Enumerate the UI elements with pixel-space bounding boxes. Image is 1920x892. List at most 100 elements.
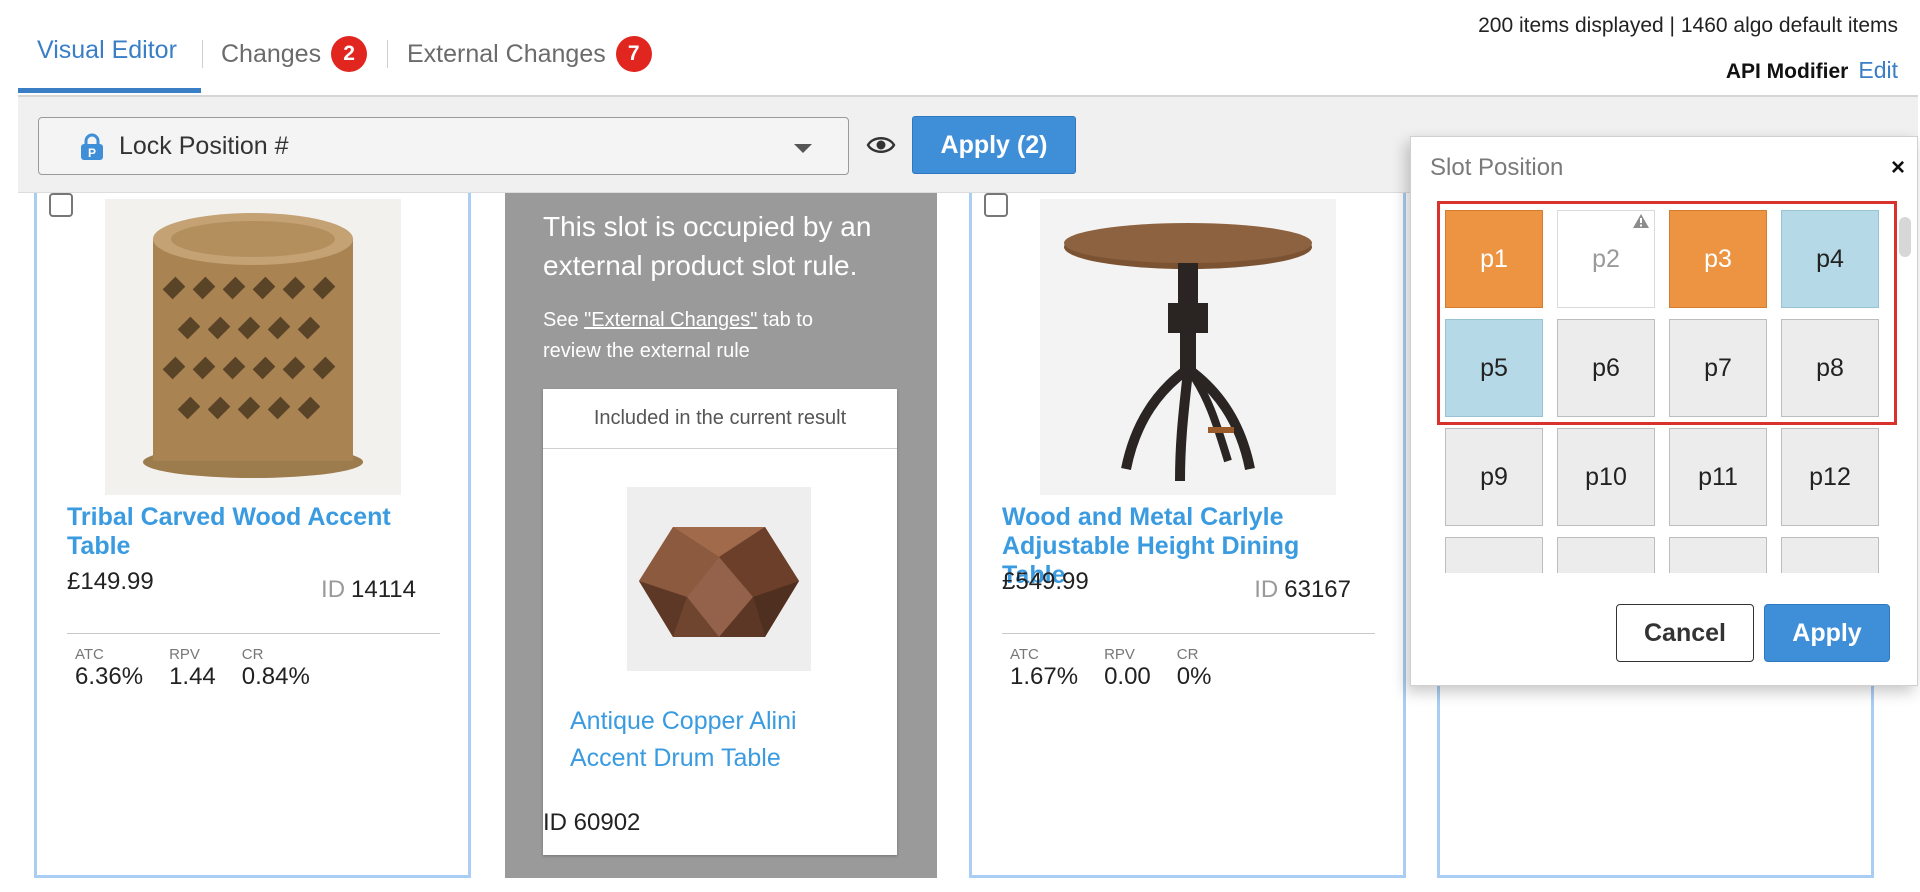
metric-label: RPV	[169, 646, 200, 663]
product-id-label: ID	[1254, 576, 1279, 603]
slot-label: p2	[1592, 244, 1620, 273]
metric-label: CR	[241, 646, 264, 663]
product-metrics: ATC 6.36% RPV 1.44 CR 0.84%	[75, 646, 310, 691]
note-text: See	[543, 309, 585, 331]
product-checkbox[interactable]	[984, 193, 1008, 217]
slot-p13[interactable]: p13	[1445, 537, 1543, 573]
product-id-value: 14114	[351, 576, 416, 603]
slot-position-popover: Slot Position × p1 p2 p3 p4 p5 p6 p7 p8 p9 p10 p11…	[1410, 136, 1918, 686]
card-divider	[1002, 633, 1375, 634]
product-price: £149.99	[67, 568, 154, 595]
tab-label: External Changes	[407, 39, 606, 68]
api-modifier: API Modifier Edit	[1726, 57, 1898, 84]
slot-label: p9	[1480, 462, 1508, 491]
metric-label: CR	[1176, 646, 1199, 663]
metric-cr: CR 0.84%	[242, 646, 310, 691]
slot-p10[interactable]: p10	[1557, 428, 1655, 526]
external-slot-note: See "External Changes" tab to review the…	[543, 305, 863, 367]
slot-p14[interactable]: p14	[1557, 537, 1655, 573]
slot-p7[interactable]: p7	[1669, 319, 1767, 417]
slot-p4[interactable]: p4	[1781, 210, 1879, 308]
action-select[interactable]: P Lock Position #	[38, 117, 849, 175]
chevron-down-icon	[794, 144, 812, 153]
apply-changes-button[interactable]: Apply (2)	[912, 116, 1076, 174]
metric-label: ATC	[1010, 646, 1039, 663]
slot-label: p10	[1585, 462, 1627, 491]
action-select-value: Lock Position #	[119, 131, 289, 160]
product-card[interactable]: Tribal Carved Wood Accent Table £149.99 …	[34, 193, 471, 878]
scrollbar[interactable]	[1899, 217, 1911, 257]
slot-label: p4	[1816, 244, 1844, 273]
tab-changes[interactable]: Changes 2	[221, 36, 368, 72]
product-id-label: ID	[321, 576, 346, 603]
tab-label: Changes	[221, 39, 322, 68]
metric-label: ATC	[75, 646, 104, 663]
external-slot-heading: This slot is occupied by an external pro…	[543, 211, 872, 281]
metric-atc: ATC 6.36%	[75, 646, 143, 691]
slot-label: p14	[1585, 572, 1627, 574]
included-product-name-link[interactable]: Antique Copper Alini Accent Drum Table	[570, 703, 860, 777]
metric-value: 0.84%	[241, 663, 310, 690]
external-changes-link[interactable]: "External Changes"	[584, 309, 757, 331]
tab-divider	[387, 40, 388, 68]
metric-value: 1.67%	[1010, 663, 1079, 690]
slot-p5[interactable]: p5	[1445, 319, 1543, 417]
product-name-link[interactable]: Tribal Carved Wood Accent Table	[67, 503, 427, 561]
cancel-button[interactable]: Cancel	[1616, 604, 1754, 662]
metric-rpv: RPV 0.00	[1104, 646, 1151, 691]
slot-label: p11	[1698, 462, 1738, 491]
slot-p12[interactable]: p12	[1781, 428, 1879, 526]
active-tab-indicator	[18, 88, 201, 93]
slot-p8[interactable]: p8	[1781, 319, 1879, 417]
product-id: ID 14114	[321, 576, 416, 604]
close-icon[interactable]: ×	[1891, 154, 1905, 182]
slot-label: p15	[1697, 572, 1739, 574]
slot-p1[interactable]: p1	[1445, 210, 1543, 308]
api-modifier-label: API Modifier	[1725, 60, 1849, 83]
product-metrics: ATC 1.67% RPV 0.00 CR 0%	[1010, 646, 1211, 691]
metric-label: RPV	[1104, 646, 1135, 663]
tab-visual-editor[interactable]: Visual Editor	[37, 36, 177, 65]
external-slot-card: This slot is occupied by an external pro…	[505, 193, 937, 878]
popover-title: Slot Position	[1430, 154, 1564, 181]
slot-label: p16	[1809, 572, 1851, 574]
product-checkbox[interactable]	[49, 193, 73, 217]
slot-p9[interactable]: p9	[1445, 428, 1543, 526]
slot-label: p5	[1480, 353, 1508, 382]
product-card[interactable]: Wood and Metal Carlyle Adjustable Height…	[969, 193, 1406, 878]
included-product-id: ID 60902	[543, 809, 641, 836]
slot-p3[interactable]: p3	[1669, 210, 1767, 308]
metric-rpv: RPV 1.44	[169, 646, 216, 691]
included-label: Included in the current result	[543, 389, 897, 449]
product-image	[627, 487, 811, 671]
product-image	[105, 199, 401, 495]
svg-text:P: P	[88, 146, 96, 160]
warning-icon	[1633, 214, 1649, 228]
eye-icon[interactable]	[866, 133, 896, 157]
slot-grid-scroll: p1 p2 p3 p4 p5 p6 p7 p8 p9 p10 p11 p12 p13 p14 p15 p16	[1435, 195, 1895, 573]
slot-label: p6	[1592, 353, 1620, 382]
slot-p11[interactable]: p11	[1669, 428, 1767, 526]
api-modifier-edit-link[interactable]: Edit	[1858, 57, 1898, 84]
slot-label: p7	[1704, 353, 1732, 382]
product-price: £549.99	[1002, 568, 1089, 595]
slot-label: p12	[1809, 462, 1851, 491]
lock-icon: P	[81, 133, 103, 160]
tab-external-changes[interactable]: External Changes 7	[407, 36, 652, 72]
apply-button[interactable]: Apply	[1764, 604, 1890, 662]
metric-value: 0.00	[1104, 663, 1151, 690]
slot-p6[interactable]: p6	[1557, 319, 1655, 417]
slot-p15[interactable]: p15	[1669, 537, 1767, 573]
metric-value: 0%	[1176, 663, 1212, 690]
slot-label: p3	[1704, 244, 1732, 273]
external-changes-count-badge: 7	[615, 36, 652, 72]
card-divider	[67, 633, 440, 634]
slot-p16[interactable]: p16	[1781, 537, 1879, 573]
product-image	[1040, 199, 1336, 495]
metric-value: 1.44	[169, 663, 216, 690]
items-count-text: 200 items displayed | 1460 algo default …	[1478, 14, 1898, 37]
slot-p2[interactable]: p2	[1557, 210, 1655, 308]
slot-label: p1	[1480, 244, 1508, 273]
slot-label: p13	[1473, 572, 1515, 574]
tab-divider	[202, 40, 203, 68]
